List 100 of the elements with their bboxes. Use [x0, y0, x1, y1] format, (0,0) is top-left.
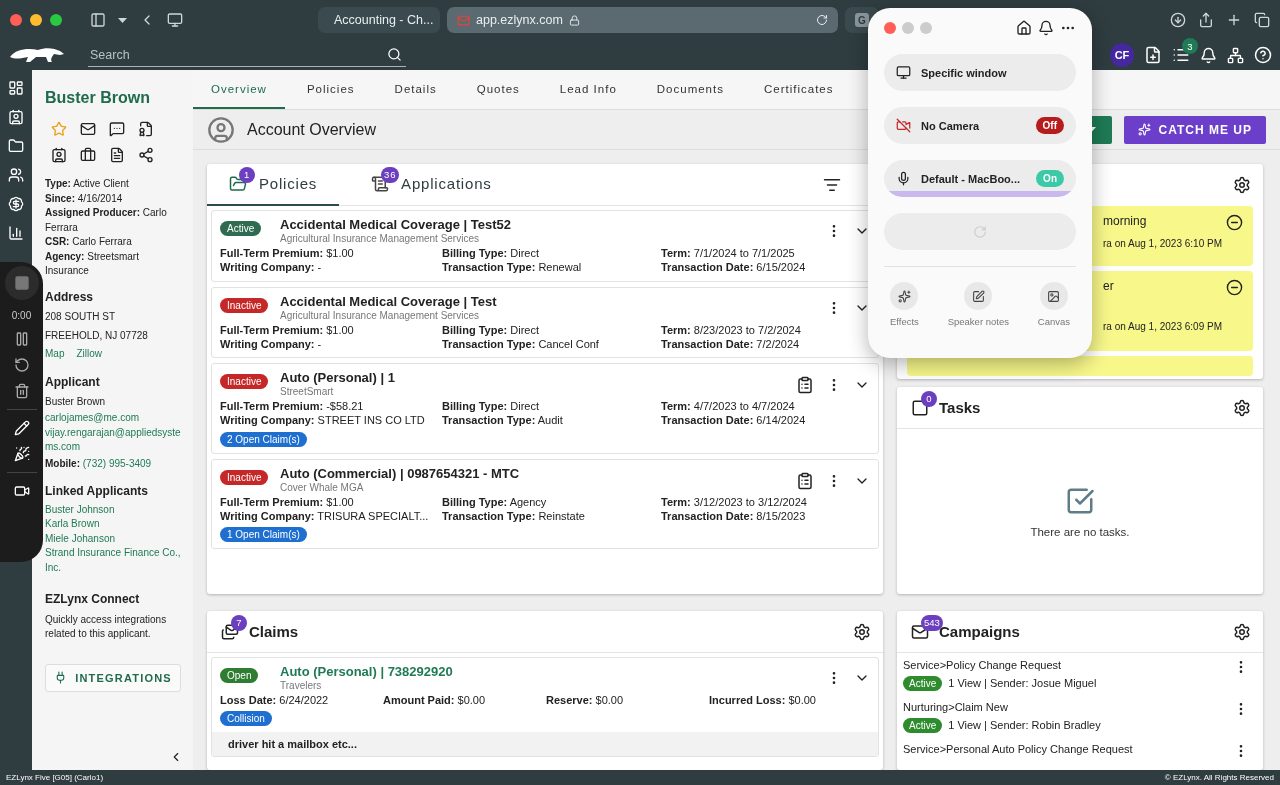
bell-icon[interactable]	[1200, 46, 1217, 64]
timer-text: 0:00	[11, 310, 32, 321]
screen-icon[interactable]	[167, 12, 183, 28]
zoom-dot[interactable]	[50, 14, 62, 26]
sparkles-icon	[897, 289, 911, 303]
folder-icon[interactable]	[8, 138, 24, 154]
open-claims-badge[interactable]: 1 Open Claim(s)	[220, 527, 307, 543]
policy-title[interactable]: Accidental Medical Coverage | Test52	[280, 217, 826, 232]
popup-action[interactable]: Speaker notes	[941, 281, 1015, 328]
stop-icon	[13, 275, 30, 291]
email-link[interactable]: vijay.rengarajan@appliedsystems.com	[45, 425, 181, 455]
source-select[interactable]: Specific window	[884, 54, 1076, 91]
remove-icon[interactable]	[1226, 214, 1243, 231]
contact-card-icon[interactable]	[51, 147, 67, 164]
email-link[interactable]: carlojames@me.com	[45, 411, 181, 426]
browser-tab[interactable]: Accounting - Ch...	[318, 7, 440, 33]
search-field[interactable]: Search	[88, 43, 406, 67]
new-file-icon[interactable]	[1144, 46, 1162, 64]
settings-icon[interactable]	[1233, 622, 1251, 641]
phone-link[interactable]: (732) 995-3409	[82, 457, 152, 469]
nav-tab[interactable]: Details	[376, 70, 455, 109]
nav-tab[interactable]: Overview	[193, 70, 285, 109]
microphone-select[interactable]: Default - MacBoo... On	[884, 160, 1076, 197]
pencil-icon[interactable]	[13, 420, 30, 436]
dollar-icon[interactable]	[8, 196, 24, 212]
close-dot[interactable]	[10, 14, 22, 26]
user-avatar[interactable]: CF	[1110, 43, 1134, 67]
popup-action[interactable]: Canvas	[1031, 281, 1076, 328]
camera-select[interactable]: No Camera Off	[884, 107, 1076, 144]
contact-icon[interactable]	[8, 109, 24, 125]
tabs-icon[interactable]	[1254, 12, 1270, 28]
people-icon[interactable]	[8, 167, 24, 183]
policy-title[interactable]: Auto (Personal) | 1	[280, 370, 796, 386]
share-icon[interactable]	[138, 147, 154, 164]
share-icon[interactable]	[1198, 12, 1214, 28]
remove-icon[interactable]	[1226, 279, 1243, 296]
logo-icon[interactable]	[8, 45, 66, 65]
nav-tab[interactable]: Policies	[288, 70, 373, 109]
trash-icon[interactable]	[13, 383, 30, 399]
panel-tab[interactable]: 36 Applications	[349, 164, 514, 206]
integrations-button[interactable]: INTEGRATIONS	[45, 663, 181, 692]
campaign-name[interactable]: Service>Personal Auto Policy Change Request	[903, 743, 1233, 755]
section-title: Address	[45, 288, 95, 306]
download-icon[interactable]	[1170, 12, 1186, 28]
nav-tab[interactable]: Certificates	[745, 70, 852, 109]
applicant-link[interactable]: Strand Insurance Finance Co., Inc.	[45, 546, 181, 576]
toggle[interactable]: Off	[1035, 117, 1064, 134]
chart-icon[interactable]	[8, 225, 24, 241]
client-fact: Type: Active Client	[45, 177, 130, 192]
policy-title[interactable]: Auto (Commercial) | 0987654321 - MTC	[280, 465, 796, 481]
panel-tab[interactable]: 1 Policies	[207, 164, 340, 206]
sidebar-icon[interactable]	[90, 12, 106, 28]
minimize-dot[interactable]	[902, 22, 914, 34]
settings-icon[interactable]	[1233, 398, 1251, 417]
stop-button[interactable]	[4, 266, 39, 300]
browser-tab[interactable]: app.ezlynx.com	[447, 7, 838, 33]
document-icon[interactable]	[109, 147, 125, 164]
nav-tab[interactable]: Lead Info	[541, 70, 635, 109]
message-icon[interactable]	[109, 121, 125, 138]
clipboard-icon[interactable]	[796, 471, 814, 490]
carrier-name: Cover Whale MGA	[280, 481, 365, 493]
star-icon[interactable]	[51, 121, 67, 138]
list-icon[interactable]	[1172, 46, 1190, 64]
home-icon[interactable]	[1016, 20, 1032, 36]
carrier-name: StreetSmart	[280, 386, 335, 398]
claim-title[interactable]: Auto (Personal) | 738292920	[280, 664, 826, 679]
applicant-link[interactable]: Miele Johanson	[45, 531, 181, 547]
help-icon[interactable]	[1254, 46, 1272, 64]
bell-icon[interactable]	[1038, 20, 1054, 36]
applicant-link[interactable]: Buster Johnson	[45, 502, 181, 518]
reload-icon[interactable]	[816, 14, 828, 26]
video-icon[interactable]	[13, 483, 30, 499]
tab-title: Accounting - Ch...	[334, 13, 434, 27]
briefcase-icon[interactable]	[80, 147, 96, 164]
close-dot[interactable]	[884, 22, 896, 34]
campaign-name[interactable]: Nurturing>Claim New	[903, 701, 1233, 713]
caret-icon	[118, 17, 127, 23]
mail-icon[interactable]	[80, 121, 96, 138]
clipboard-icon[interactable]	[796, 376, 814, 395]
restart-icon[interactable]	[13, 357, 30, 373]
settings-icon[interactable]	[853, 622, 871, 641]
popup-action[interactable]: Effects	[884, 281, 925, 328]
nav-tab[interactable]: Documents	[638, 70, 742, 109]
catch-me-up-button[interactable]: CATCH ME UP	[1123, 115, 1266, 144]
minimize-dot[interactable]	[30, 14, 42, 26]
nav-tab[interactable]: Quotes	[458, 70, 538, 109]
map-link[interactable]: Zillow	[76, 348, 102, 360]
applicant-link[interactable]: Karla Brown	[45, 517, 181, 532]
id-file-icon[interactable]	[138, 121, 154, 138]
hierarchy-icon[interactable]	[1227, 46, 1244, 64]
zoom-dot[interactable]	[920, 22, 932, 34]
dashboard-icon[interactable]	[8, 80, 24, 96]
policy-title[interactable]: Accidental Medical Coverage | Test	[280, 293, 826, 309]
campaign-name[interactable]: Service>Policy Change Request	[903, 659, 1233, 671]
settings-icon[interactable]	[1233, 176, 1251, 194]
open-claims-badge[interactable]: 2 Open Claim(s)	[220, 431, 307, 447]
map-link[interactable]: Map	[45, 348, 65, 360]
effects-icon[interactable]	[13, 446, 30, 462]
new-tab-icon[interactable]	[1226, 12, 1242, 28]
claim-field: Loss Date: 6/24/2022	[220, 693, 383, 708]
